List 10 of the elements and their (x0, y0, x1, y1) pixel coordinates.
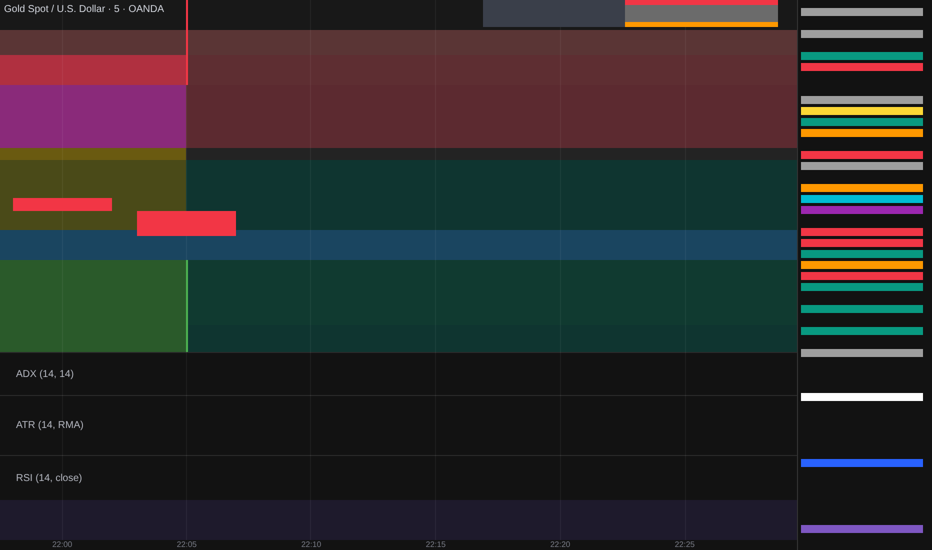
time-label: 22:05 (176, 540, 197, 550)
time-label: 22:15 (426, 540, 446, 550)
indicator-label: ADX (14, 14) (16, 368, 74, 382)
time-label: 22:00 (52, 540, 72, 550)
symbol-title: Gold Spot / U.S. Dollar · 5 · OANDA (4, 3, 164, 17)
indicator-label: ATR (14, RMA) (16, 419, 84, 433)
time-label: 22:20 (550, 540, 570, 550)
time-label: 22:10 (301, 540, 322, 550)
indicator-label: RSI (14, close) (16, 472, 82, 486)
time-label: 22:25 (674, 540, 695, 550)
